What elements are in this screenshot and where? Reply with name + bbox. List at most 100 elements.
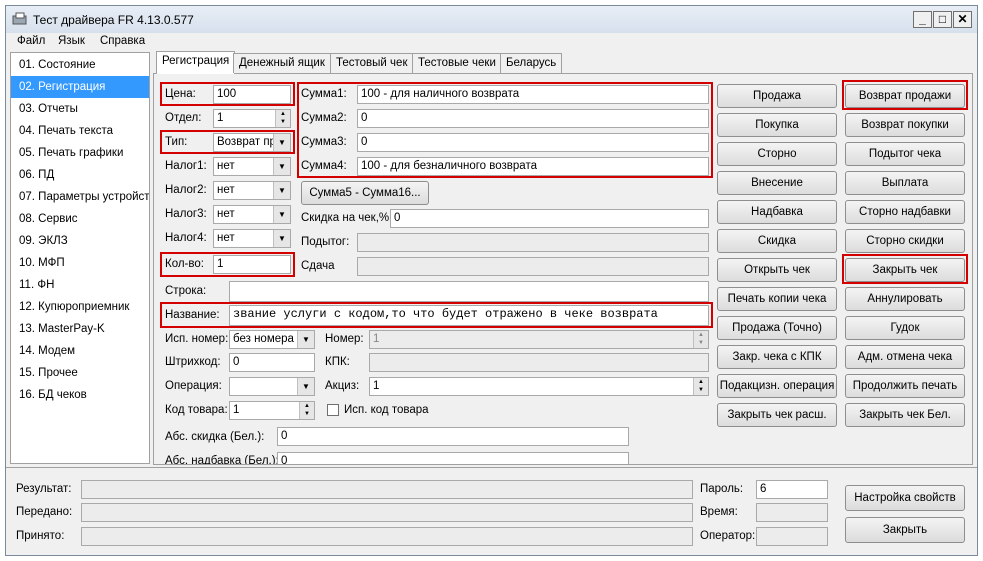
- minimize-button[interactable]: _: [913, 11, 932, 28]
- sum3-input[interactable]: 0: [357, 133, 709, 152]
- sidebar-item[interactable]: 12. Купюроприемник: [11, 296, 149, 318]
- goodscode-stepper[interactable]: 1 ▲ ▼: [229, 401, 315, 420]
- sidebar-item[interactable]: 16. БД чеков: [11, 384, 149, 406]
- number-stepper[interactable]: 1 ▲ ▼: [369, 330, 709, 349]
- buttons-col1-button[interactable]: Продажа (Точно): [717, 316, 837, 340]
- sum5-16-button[interactable]: Сумма5 - Сумма16...: [301, 181, 429, 205]
- chevron-down-icon[interactable]: ▼: [273, 230, 290, 247]
- abs-markup-input[interactable]: 0: [277, 452, 629, 464]
- sidebar-item[interactable]: 06. ПД: [11, 164, 149, 186]
- excise-spin-icon[interactable]: ▲ ▼: [693, 378, 708, 395]
- buttons-col1-button[interactable]: Покупка: [717, 113, 837, 137]
- tax4-select[interactable]: нет ▼: [213, 229, 291, 248]
- chevron-down-icon[interactable]: ▼: [297, 331, 314, 348]
- menu-file[interactable]: Файл: [17, 32, 45, 50]
- sidebar-item[interactable]: 10. МФП: [11, 252, 149, 274]
- barcode-input[interactable]: 0: [229, 353, 315, 372]
- dept-spin-icon[interactable]: ▲ ▼: [275, 110, 290, 127]
- sidebar-item[interactable]: 04. Печать текста: [11, 120, 149, 142]
- tax3-select[interactable]: нет ▼: [213, 205, 291, 224]
- type-select[interactable]: Возврат пр ▼: [213, 133, 291, 152]
- chevron-down-icon[interactable]: ▼: [273, 182, 290, 199]
- tab-registration[interactable]: Регистрация: [156, 51, 236, 74]
- sum4-input[interactable]: 100 - для безналичного возврата: [357, 157, 709, 176]
- sum1-input[interactable]: 100 - для наличного возврата: [357, 85, 709, 104]
- maximize-button[interactable]: □: [933, 11, 952, 28]
- buttons-col1-button[interactable]: Открыть чек: [717, 258, 837, 282]
- chevron-down-icon[interactable]: ▼: [273, 158, 290, 175]
- time-field: [756, 503, 828, 522]
- usenum-select[interactable]: без номера ▼: [229, 330, 315, 349]
- sidebar-item[interactable]: 15. Прочее: [11, 362, 149, 384]
- name-input[interactable]: звание услуги с кодом,то что будет отраж…: [229, 305, 709, 326]
- price-input[interactable]: 100: [213, 85, 291, 104]
- window-title: Тест драйвера FR 4.13.0.577: [33, 13, 194, 27]
- tab-belarus[interactable]: Беларусь: [500, 53, 563, 73]
- goodscode-spin-icon[interactable]: ▲ ▼: [299, 402, 314, 419]
- buttons-col1-button[interactable]: Печать копии чека: [717, 287, 837, 311]
- buttons-col2-button[interactable]: Сторно надбавки: [845, 200, 965, 224]
- buttons-col2-button[interactable]: Адм. отмена чека: [845, 345, 965, 369]
- sidebar-item[interactable]: 14. Модем: [11, 340, 149, 362]
- menu-help[interactable]: Справка: [100, 32, 145, 50]
- operation-select[interactable]: ▼: [229, 377, 315, 396]
- buttons-col2-button[interactable]: Продолжить печать: [845, 374, 965, 398]
- buttons-col1-button[interactable]: Скидка: [717, 229, 837, 253]
- qty-input[interactable]: 1: [213, 255, 291, 274]
- received-label: Принято:: [16, 530, 65, 542]
- tab-test-check[interactable]: Тестовый чек: [330, 53, 414, 73]
- buttons-col2-button[interactable]: Закрыть чек Бел.: [845, 403, 965, 427]
- bottom-separator: [6, 467, 977, 468]
- discount-input[interactable]: 0: [390, 209, 709, 228]
- tax1-select[interactable]: нет ▼: [213, 157, 291, 176]
- subtotal-field: [357, 233, 709, 252]
- buttons-col1-button[interactable]: Внесение: [717, 171, 837, 195]
- buttons-col2-button[interactable]: Подытог чека: [845, 142, 965, 166]
- buttons-col2-button[interactable]: Сторно скидки: [845, 229, 965, 253]
- buttons-col1-button[interactable]: Подакцизн. операция: [717, 374, 837, 398]
- sum2-input[interactable]: 0: [357, 109, 709, 128]
- password-label: Пароль:: [700, 483, 744, 495]
- barcode-label: Штрихкод:: [165, 356, 221, 368]
- settings-button[interactable]: Настройка свойств: [845, 485, 965, 511]
- sidebar-item[interactable]: 08. Сервис: [11, 208, 149, 230]
- buttons-col2-button[interactable]: Выплата: [845, 171, 965, 195]
- sidebar-item[interactable]: 09. ЭКЛЗ: [11, 230, 149, 252]
- buttons-col2-button[interactable]: Закрыть чек: [845, 258, 965, 282]
- close-button[interactable]: Закрыть: [845, 517, 965, 543]
- sidebar-item[interactable]: 11. ФН: [11, 274, 149, 296]
- sidebar-item[interactable]: 03. Отчеты: [11, 98, 149, 120]
- buttons-col2-button[interactable]: Возврат продажи: [845, 84, 965, 108]
- password-input[interactable]: 6: [756, 480, 828, 499]
- line-label: Строка:: [165, 285, 207, 297]
- sidebar-item[interactable]: 02. Регистрация: [11, 76, 149, 98]
- buttons-col1-button[interactable]: Надбавка: [717, 200, 837, 224]
- buttons-col2-button[interactable]: Аннулировать: [845, 287, 965, 311]
- excise-stepper[interactable]: 1 ▲ ▼: [369, 377, 709, 396]
- buttons-col1-button[interactable]: Закрыть чек расш.: [717, 403, 837, 427]
- tab-cash-drawer[interactable]: Денежный ящик: [233, 53, 331, 73]
- close-window-button[interactable]: ✕: [953, 11, 972, 28]
- buttons-col2-button[interactable]: Возврат покупки: [845, 113, 965, 137]
- number-spin-icon[interactable]: ▲ ▼: [693, 331, 708, 348]
- abs-discount-input[interactable]: 0: [277, 427, 629, 446]
- name-label: Название:: [165, 309, 220, 321]
- received-field: [81, 527, 693, 546]
- chevron-down-icon[interactable]: ▼: [273, 134, 290, 151]
- tab-test-checks[interactable]: Тестовые чеки: [412, 53, 502, 73]
- chevron-down-icon[interactable]: ▼: [273, 206, 290, 223]
- use-goodscode-checkbox[interactable]: [327, 404, 339, 416]
- tax2-select[interactable]: нет ▼: [213, 181, 291, 200]
- line-input[interactable]: [229, 281, 709, 302]
- sidebar-item[interactable]: 07. Параметры устройства: [11, 186, 149, 208]
- sidebar-item[interactable]: 13. MasterPay-K: [11, 318, 149, 340]
- buttons-col1-button[interactable]: Сторно: [717, 142, 837, 166]
- sidebar-item[interactable]: 01. Состояние: [11, 54, 149, 76]
- buttons-col1-button[interactable]: Закр. чека с КПК: [717, 345, 837, 369]
- buttons-col1-button[interactable]: Продажа: [717, 84, 837, 108]
- dept-stepper[interactable]: 1 ▲ ▼: [213, 109, 291, 128]
- sidebar-item[interactable]: 05. Печать графики: [11, 142, 149, 164]
- chevron-down-icon[interactable]: ▼: [297, 378, 314, 395]
- buttons-col2-button[interactable]: Гудок: [845, 316, 965, 340]
- menu-language[interactable]: Язык: [58, 32, 85, 50]
